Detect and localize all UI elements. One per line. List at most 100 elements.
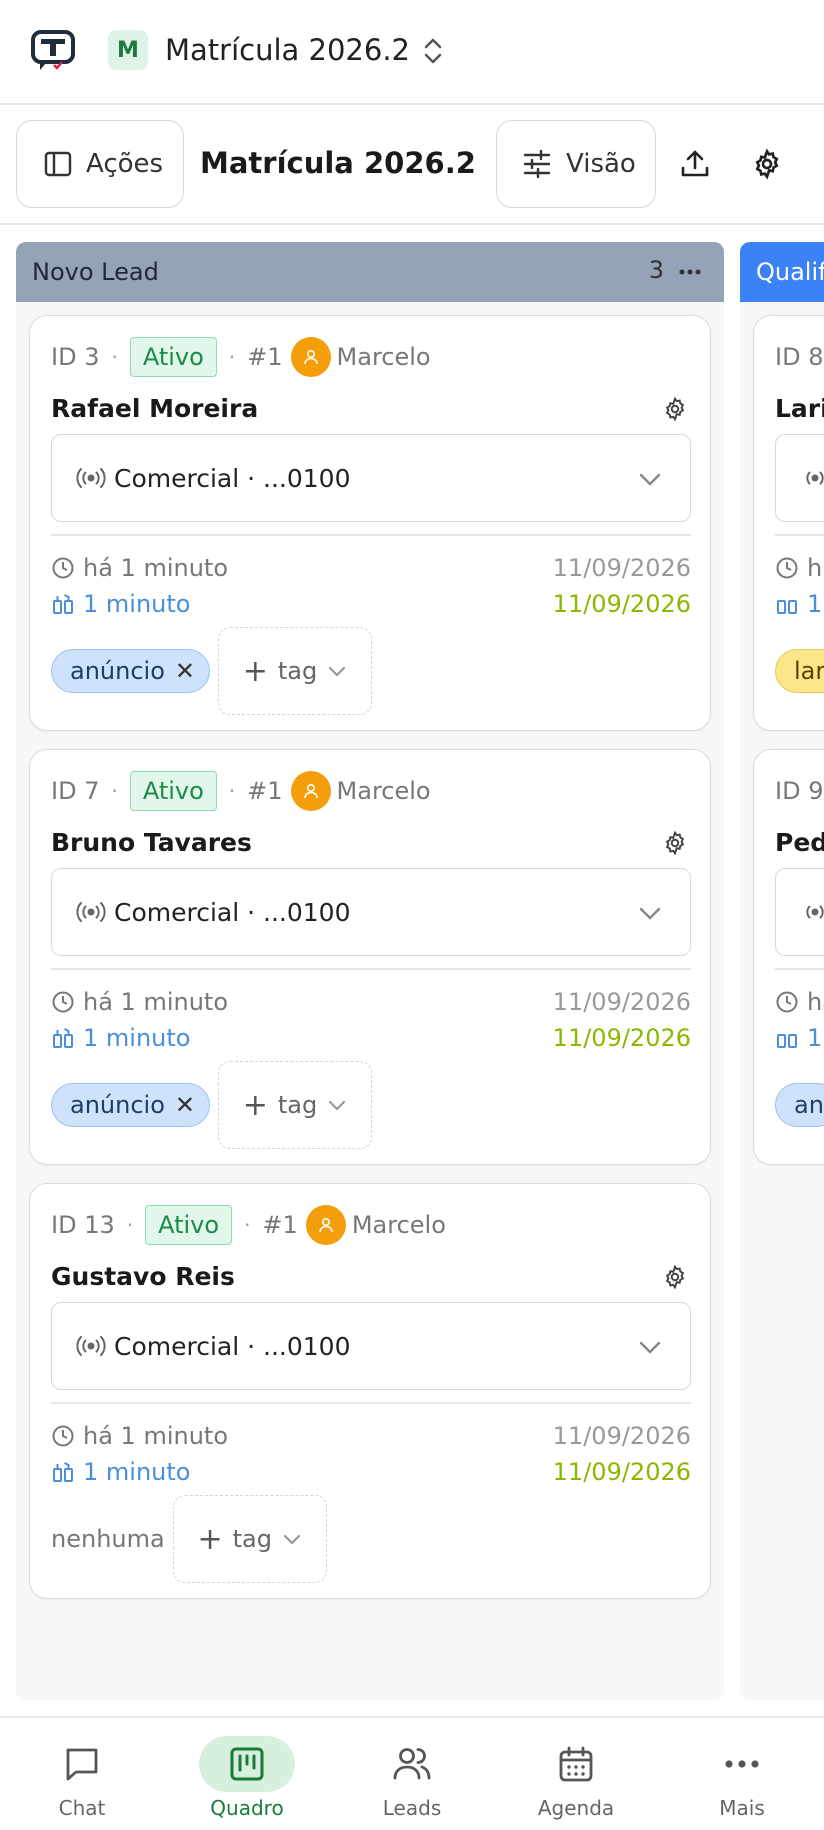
time-row: há 1 minuto 11/09/2026 bbox=[51, 984, 691, 1020]
time-row: h bbox=[775, 550, 824, 586]
column-header[interactable]: Qualif bbox=[740, 242, 824, 302]
remove-tag-icon[interactable]: ✕ bbox=[175, 1091, 195, 1119]
nav-label: Quadro bbox=[210, 1796, 284, 1820]
time-ago: h bbox=[807, 554, 823, 582]
stage-duration: 1 minuto bbox=[83, 1458, 191, 1486]
tag-chip[interactable]: anúncio ✕ bbox=[51, 1083, 210, 1127]
app-logo-icon[interactable] bbox=[30, 28, 76, 74]
tag-label: anúncio bbox=[70, 657, 165, 685]
time-row: há 1 minuto 11/09/2026 bbox=[51, 550, 691, 586]
clock-icon bbox=[52, 1425, 74, 1447]
lead-name[interactable]: Rafael Moreira bbox=[51, 394, 258, 423]
settings-gear-icon[interactable] bbox=[742, 139, 792, 189]
chevron-down-icon bbox=[639, 907, 661, 920]
remove-tag-icon[interactable]: ✕ bbox=[175, 657, 195, 685]
card-gear-icon[interactable] bbox=[662, 830, 688, 856]
actions-button[interactable]: Ações bbox=[16, 120, 184, 208]
divider bbox=[775, 968, 824, 970]
lead-name[interactable]: Lari bbox=[775, 394, 824, 423]
channel-select[interactable]: Comercial · ...0100 bbox=[51, 868, 691, 956]
top-bar: M Matrícula 2026.2 bbox=[0, 0, 824, 105]
lead-card[interactable]: ID 13 · Ativo · #1 Marcelo Gustavo Reis … bbox=[29, 1183, 711, 1599]
card-gear-icon[interactable] bbox=[662, 396, 688, 422]
nav-item-quadro[interactable]: Quadro bbox=[187, 1736, 307, 1826]
add-tag-button[interactable]: + tag bbox=[172, 1495, 327, 1583]
chevron-down-icon bbox=[329, 666, 346, 677]
workspace-title[interactable]: Matrícula 2026.2 bbox=[165, 30, 410, 70]
status-badge: Ativo bbox=[129, 337, 217, 377]
nav-item-mais[interactable]: Mais bbox=[682, 1736, 802, 1826]
card-meta: ID 7 · Ativo · #1 Marcelo bbox=[51, 770, 431, 812]
channel-select[interactable]: Comercial · ...0100 bbox=[51, 1302, 691, 1390]
nav-label: Mais bbox=[719, 1796, 765, 1820]
workspace-avatar[interactable]: M bbox=[108, 30, 148, 70]
add-tag-label: tag bbox=[277, 657, 318, 685]
duration-row: 1 bbox=[775, 1020, 824, 1056]
divider bbox=[775, 534, 824, 536]
channel-select[interactable] bbox=[775, 868, 824, 956]
lead-id: ID 3 bbox=[51, 343, 100, 371]
stage-duration: 1 minuto bbox=[83, 1024, 191, 1052]
lead-name[interactable]: Bruno Tavares bbox=[51, 828, 252, 857]
card-gear-icon[interactable] bbox=[662, 1264, 688, 1290]
lead-card[interactable]: ID 7 · Ativo · #1 Marcelo Bruno Tavares … bbox=[29, 749, 711, 1165]
tag-chip[interactable]: lan bbox=[775, 649, 824, 693]
channel-select[interactable]: Comercial · ...0100 bbox=[51, 434, 691, 522]
view-label: Visão bbox=[566, 149, 636, 179]
stage-duration: 1 bbox=[807, 1024, 823, 1052]
broadcast-icon bbox=[806, 471, 824, 485]
time-row: há 1 minuto 11/09/2026 bbox=[51, 1418, 691, 1454]
nav-item-agenda[interactable]: Agenda bbox=[516, 1736, 636, 1826]
clock-icon bbox=[776, 557, 798, 579]
lead-id: ID 8 bbox=[775, 343, 824, 371]
channel-label: Comercial · ...0100 bbox=[114, 897, 351, 927]
time-ago: há 1 minuto bbox=[83, 1422, 229, 1450]
clock-icon bbox=[52, 557, 74, 579]
add-tag-button[interactable]: + tag bbox=[218, 627, 372, 715]
card-meta: ID 3 · Ativo · #1 Marcelo bbox=[51, 336, 431, 378]
tag-label: lan bbox=[794, 657, 824, 685]
nav-item-chat[interactable]: Chat bbox=[22, 1736, 142, 1826]
duration-row: 1 minuto 11/09/2026 bbox=[51, 586, 691, 622]
divider bbox=[51, 534, 691, 536]
more-horizontal-icon[interactable] bbox=[678, 268, 702, 276]
column-novo-lead: Novo Lead 3 ID 3 · Ativo · #1 Marcelo Ra… bbox=[16, 242, 724, 1700]
owner-name: Marcelo bbox=[336, 777, 431, 805]
tag-chip[interactable]: an bbox=[775, 1083, 824, 1127]
kanban-board: Novo Lead 3 ID 3 · Ativo · #1 Marcelo Ra… bbox=[0, 227, 824, 1717]
tag-list: anúncio ✕ + tag bbox=[51, 626, 372, 716]
calendar-icon bbox=[528, 1736, 624, 1792]
stage-duration: 1 minuto bbox=[83, 590, 191, 618]
column-qualificacao: Qualif ID 8 Lari h 1 lan ID 9 Ped h 1 an bbox=[740, 242, 824, 1700]
lead-card[interactable]: ID 8 Lari h 1 lan bbox=[753, 315, 824, 731]
divider bbox=[51, 1402, 691, 1404]
bottom-navigation: Chat Quadro Leads Agenda Mais bbox=[0, 1716, 824, 1830]
board-title: Matrícula 2026.2 bbox=[200, 146, 476, 180]
channel-select[interactable] bbox=[775, 434, 824, 522]
time-row: ha bbox=[775, 984, 824, 1020]
export-icon[interactable] bbox=[670, 139, 720, 189]
tag-chip[interactable]: anúncio ✕ bbox=[51, 649, 210, 693]
nav-item-leads[interactable]: Leads bbox=[352, 1736, 472, 1826]
nav-label: Chat bbox=[58, 1796, 106, 1820]
lead-name[interactable]: Gustavo Reis bbox=[51, 1262, 235, 1291]
column-header[interactable]: Novo Lead 3 bbox=[16, 242, 724, 302]
chevron-updown-icon[interactable] bbox=[420, 36, 446, 66]
nav-label: Agenda bbox=[537, 1796, 615, 1820]
created-date: 11/09/2026 bbox=[552, 1422, 691, 1450]
owner-name: Marcelo bbox=[351, 1211, 446, 1239]
add-tag-label: tag bbox=[232, 1525, 272, 1553]
lead-name[interactable]: Ped bbox=[775, 828, 824, 857]
sidebar-panel-icon bbox=[44, 151, 72, 177]
view-button[interactable]: Visão bbox=[496, 120, 656, 208]
lead-card[interactable]: ID 9 Ped ha 1 an bbox=[753, 749, 824, 1165]
board-toolbar: Ações Matrícula 2026.2 Visão bbox=[0, 105, 824, 225]
stage-duration-icon bbox=[53, 1028, 73, 1048]
lead-card[interactable]: ID 3 · Ativo · #1 Marcelo Rafael Moreira… bbox=[29, 315, 711, 731]
add-tag-button[interactable]: + tag bbox=[218, 1061, 372, 1149]
actions-label: Ações bbox=[86, 149, 164, 179]
sliders-icon bbox=[523, 149, 551, 179]
user-avatar-icon bbox=[305, 1205, 346, 1245]
column-count: 3 bbox=[648, 256, 664, 284]
tag-list: lan bbox=[775, 626, 824, 716]
